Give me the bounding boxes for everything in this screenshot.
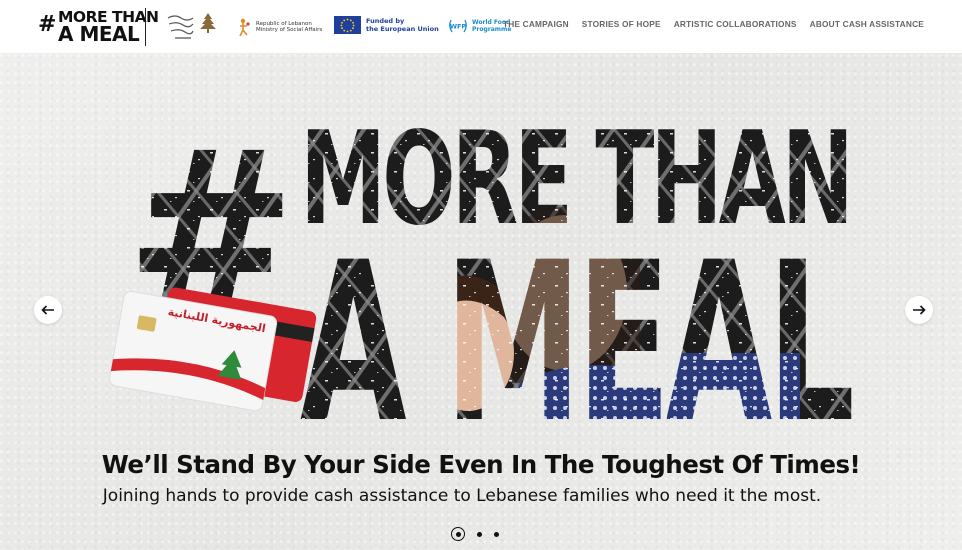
nav-item-stories-of-hope[interactable]: STORIES OF HOPE: [582, 19, 661, 29]
nav-item-about-cash-assistance[interactable]: ABOUT CASH ASSISTANCE: [810, 19, 924, 29]
hero-subheading: Joining hands to provide cash assistance…: [102, 486, 822, 506]
nav-item-artistic-collaborations[interactable]: ARTISTIC COLLABORATIONS: [674, 19, 797, 29]
mosa-emblem-icon: [239, 18, 250, 37]
arrow-right-icon: [913, 305, 926, 315]
arabic-calligraphy-icon: [167, 15, 194, 39]
slider-dot-1[interactable]: [451, 527, 465, 541]
nav-item-the-campaign[interactable]: THE CAMPAIGN: [503, 19, 569, 29]
eu-funding-logo: Funded by the European Union: [334, 16, 439, 34]
wfp-badge: WFP: [450, 23, 467, 31]
slider-next-button[interactable]: [905, 296, 933, 324]
hero-slider: MORE THAN A MEAL # الجمه: [0, 53, 962, 550]
brand-logo-hash: #: [38, 12, 56, 37]
eu-flag-icon: [334, 16, 361, 34]
slider-dot-2[interactable]: [477, 531, 482, 537]
un-wreath-icon: WFP: [449, 19, 467, 33]
brand-logo[interactable]: # MORE THAN A MEAL: [38, 9, 159, 44]
hero-heading: We’ll Stand By Your Side Even In The Tou…: [101, 450, 861, 479]
slider-prev-button[interactable]: [34, 296, 62, 324]
site-header: # MORE THAN A MEAL Republic of Lebanon M…: [0, 0, 962, 53]
eu-line1: Funded by: [366, 17, 405, 25]
arrow-left-icon: [41, 305, 54, 315]
cedar-icon: [200, 13, 216, 33]
hero-campaign-artwork: MORE THAN A MEAL # الجمه: [109, 103, 852, 453]
header-divider: [145, 8, 146, 46]
wfp-logo: WFP World Food Programme: [447, 16, 511, 36]
main-nav: THE CAMPAIGN STORIES OF HOPE ARTISTIC CO…: [503, 19, 924, 29]
brand-logo-line2: A MEAL: [58, 22, 140, 46]
eu-line2: the European Union: [366, 25, 439, 33]
mosa-logo: Republic of Lebanon Ministry of Social A…: [238, 17, 322, 37]
slider-dot-3[interactable]: [494, 531, 499, 537]
slider-pagination: [451, 527, 499, 541]
lebanese-republic-seal: [165, 10, 221, 44]
mosa-line2: Ministry of Social Affairs: [256, 27, 323, 33]
